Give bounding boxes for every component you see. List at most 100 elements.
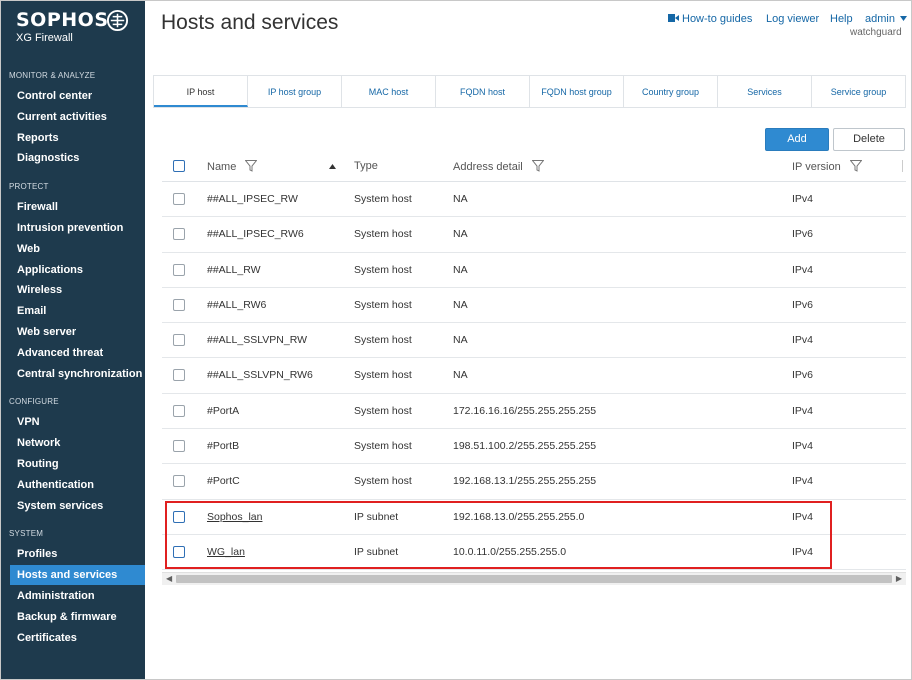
column-name[interactable]: Name [207, 160, 258, 173]
tab-mac-host[interactable]: MAC host [342, 76, 436, 107]
sidebar-item-applications[interactable]: Applications [10, 260, 145, 280]
sidebar-item-system-services[interactable]: System services [10, 496, 145, 516]
tab-services[interactable]: Services [718, 76, 812, 107]
chevron-down-icon [900, 16, 908, 21]
table-row[interactable]: ##ALL_SSLVPN_RW System host NA IPv4 [162, 323, 906, 359]
row-checkbox[interactable] [173, 369, 185, 382]
sidebar-item-vpn[interactable]: VPN [10, 412, 145, 432]
page-title: Hosts and services [161, 11, 339, 34]
row-checkbox[interactable] [173, 510, 185, 523]
sidebar-item-control-center[interactable]: Control center [10, 86, 145, 106]
horizontal-scrollbar[interactable]: ◀ ▶ [162, 572, 906, 585]
sort-ascending-icon[interactable] [329, 164, 336, 169]
add-button[interactable]: Add [765, 128, 829, 151]
filter-icon[interactable] [245, 160, 258, 172]
cell-type: System host [354, 404, 412, 417]
cell-ipversion: IPv6 [792, 298, 814, 311]
cell-address: 10.0.11.0/255.255.255.0 [453, 545, 567, 558]
cell-name: ##ALL_RW6 [207, 298, 267, 311]
row-checkbox[interactable] [173, 475, 185, 488]
delete-button[interactable]: Delete [833, 128, 905, 151]
column-ipversion[interactable]: IP version [792, 160, 862, 173]
sidebar-item-wireless[interactable]: Wireless [10, 280, 145, 300]
cell-name: #PortB [207, 440, 240, 453]
log-viewer-link[interactable]: Log viewer [766, 13, 819, 25]
admin-menu[interactable]: admin [865, 13, 908, 25]
cell-ipversion: IPv4 [792, 193, 814, 205]
tab-fqdn-host[interactable]: FQDN host [436, 76, 530, 107]
row-checkbox[interactable] [173, 263, 185, 276]
cell-type: System host [354, 475, 412, 488]
sidebar-item-administration[interactable]: Administration [10, 586, 145, 606]
table-row[interactable]: #PortA System host 172.16.16.16/255.255.25… [162, 394, 906, 430]
row-checkbox[interactable] [173, 440, 185, 453]
cell-type: System host [354, 263, 412, 276]
tab-country-group[interactable]: Country group [624, 76, 718, 107]
sophos-logo[interactable]: SOPHOS XG Firewall [16, 9, 129, 44]
user-domain: watchguard [850, 27, 902, 38]
sidebar-item-firewall[interactable]: Firewall [10, 197, 145, 217]
select-all-checkbox[interactable] [173, 160, 185, 172]
sidebar-item-central-synchronization[interactable]: Central synchronization [10, 364, 145, 384]
column-type[interactable]: Type [354, 160, 378, 172]
sidebar-item-routing[interactable]: Routing [10, 454, 145, 474]
cell-name: ##ALL_SSLVPN_RW [207, 334, 308, 347]
sidebar-item-web[interactable]: Web [10, 239, 145, 259]
help-link[interactable]: Help [830, 13, 853, 25]
table-row[interactable]: Sophos_lan IP subnet 192.168.13.0/255.255.… [162, 500, 906, 535]
filter-icon[interactable] [531, 160, 544, 172]
cell-address: 192.168.13.0/255.255.255.0 [453, 510, 585, 523]
tab-fqdn-host-group[interactable]: FQDN host group [530, 76, 624, 107]
column-address[interactable]: Address detail [453, 160, 544, 173]
tab-ip-host[interactable]: IP host [154, 76, 248, 107]
row-checkbox[interactable] [173, 193, 185, 205]
sidebar-item-current-activities[interactable]: Current activities [10, 107, 145, 127]
scroll-right-icon[interactable]: ▶ [896, 574, 902, 583]
cell-ipversion: IPv4 [792, 263, 814, 276]
tab-bar: IP host IP host group MAC host FQDN host FQD… [153, 75, 906, 108]
table-row[interactable]: ##ALL_IPSEC_RW System host NA IPv4 [162, 182, 906, 218]
cell-address: NA [453, 298, 468, 311]
sidebar-item-authentication[interactable]: Authentication [10, 475, 145, 495]
sidebar: SOPHOS XG Firewall MONITOR & ANALYZE Cont… [0, 0, 145, 680]
sidebar-item-profiles[interactable]: Profiles [10, 544, 145, 564]
cell-ipversion: IPv6 [792, 228, 814, 241]
tab-ip-host-group[interactable]: IP host group [248, 76, 342, 107]
table-row[interactable]: #PortB System host 198.51.100.2/255.255.25… [162, 429, 906, 465]
scrollbar-thumb[interactable] [176, 575, 892, 583]
scroll-left-icon[interactable]: ◀ [166, 574, 172, 583]
sidebar-item-certificates[interactable]: Certificates [10, 628, 145, 648]
sidebar-item-reports[interactable]: Reports [10, 128, 145, 148]
filter-icon[interactable] [849, 160, 862, 172]
row-checkbox[interactable] [173, 404, 185, 417]
cell-type: System host [354, 298, 412, 311]
cell-type: IP subnet [354, 510, 399, 523]
sidebar-item-email[interactable]: Email [10, 301, 145, 321]
sidebar-item-network[interactable]: Network [10, 433, 145, 453]
row-checkbox[interactable] [173, 545, 185, 558]
table-row[interactable]: #PortC System host 192.168.13.1/255.255.25… [162, 464, 906, 500]
how-to-guides-link[interactable]: How-to guides [668, 13, 752, 25]
row-checkbox[interactable] [173, 334, 185, 347]
sidebar-item-diagnostics[interactable]: Diagnostics [10, 148, 145, 168]
table-row[interactable]: WG_lan IP subnet 10.0.11.0/255.255.255.0 IP… [162, 535, 906, 571]
row-checkbox[interactable] [173, 298, 185, 311]
nav-section-system: SYSTEM [9, 529, 44, 538]
sidebar-item-advanced-threat[interactable]: Advanced threat [10, 343, 145, 363]
sidebar-item-web-server[interactable]: Web server [10, 322, 145, 342]
cell-address: NA [453, 369, 468, 382]
sidebar-item-backup-firmware[interactable]: Backup & firmware [10, 607, 145, 627]
table-row[interactable]: ##ALL_RW6 System host NA IPv6 [162, 288, 906, 324]
ip-host-table: Name Type Address detail IP version ##AL… [162, 151, 906, 571]
brand-name: SOPHOS [16, 9, 109, 31]
cell-name[interactable]: Sophos_lan [207, 511, 262, 523]
row-checkbox[interactable] [173, 228, 185, 241]
table-row[interactable]: ##ALL_IPSEC_RW6 System host NA IPv6 [162, 217, 906, 253]
nav-section-configure: CONFIGURE [9, 397, 59, 406]
sidebar-item-intrusion-prevention[interactable]: Intrusion prevention [10, 218, 145, 238]
sidebar-item-hosts-and-services[interactable]: Hosts and services [10, 565, 145, 585]
table-row[interactable]: ##ALL_SSLVPN_RW6 System host NA IPv6 [162, 358, 906, 394]
table-row[interactable]: ##ALL_RW System host NA IPv4 [162, 253, 906, 288]
tab-service-group[interactable]: Service group [812, 76, 905, 107]
cell-name[interactable]: WG_lan [207, 546, 245, 558]
